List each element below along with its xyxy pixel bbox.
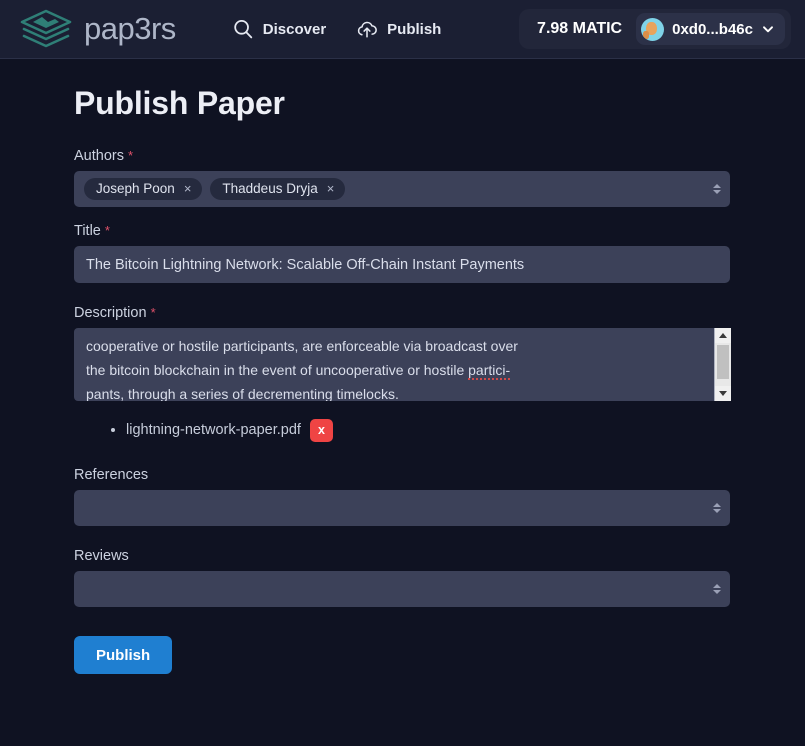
- wallet-avatar-identicon: [641, 17, 665, 41]
- references-stepper-icon[interactable]: [712, 500, 721, 516]
- required-marker-description: *: [150, 305, 156, 320]
- label-authors-text: Authors: [74, 148, 124, 164]
- search-icon: [232, 18, 254, 40]
- scrollbar-track[interactable]: [714, 343, 731, 386]
- references-multiselect[interactable]: [74, 490, 730, 526]
- scroll-down-button[interactable]: [714, 386, 731, 401]
- wallet-balance: 7.98 MATIC: [537, 20, 623, 37]
- brand-name: pap3rs: [84, 11, 176, 46]
- nav-item-publish[interactable]: Publish: [356, 18, 441, 40]
- author-tag-remove-icon[interactable]: ×: [184, 182, 192, 195]
- label-references: References: [74, 467, 149, 483]
- label-authors: Authors *: [74, 148, 730, 164]
- nav-label-discover: Discover: [262, 20, 327, 38]
- layers-logo-icon: [18, 8, 74, 50]
- authors-stepper-icon[interactable]: [712, 181, 721, 197]
- scroll-up-button[interactable]: [714, 328, 731, 343]
- wallet-address-button[interactable]: 0xd0...b46c: [636, 13, 785, 45]
- field-description: Description * cooperative or hostile par…: [74, 305, 731, 401]
- label-reviews: Reviews: [74, 548, 129, 564]
- author-tag-label: Joseph Poon: [96, 181, 175, 196]
- required-marker-authors: *: [128, 148, 134, 163]
- author-tag-remove-icon[interactable]: ×: [327, 182, 335, 195]
- description-line-3a: pants, through a series of decrementing: [86, 386, 337, 401]
- chevron-down-icon: [761, 22, 775, 36]
- description-line-3b: timelocks: [336, 386, 395, 401]
- top-navbar: pap3rs Discover Publish 7.98 MATIC 0xd0.…: [0, 0, 805, 59]
- field-authors: Authors * Joseph Poon × Thaddeus Dryja ×: [74, 148, 730, 207]
- author-tag[interactable]: Thaddeus Dryja ×: [210, 178, 346, 200]
- field-references: References: [74, 467, 730, 526]
- uploaded-file-list: lightning-network-paper.pdf x: [104, 415, 730, 445]
- scroll-up-icon: [718, 333, 727, 338]
- description-line-2a: the bitcoin blockchain in the event of u…: [86, 362, 469, 378]
- label-title: Title *: [74, 223, 730, 239]
- page-title: Publish Paper: [74, 85, 285, 121]
- description-textarea-wrap: cooperative or hostile participants, are…: [74, 328, 731, 401]
- nav-item-discover[interactable]: Discover: [232, 18, 326, 40]
- field-title: Title *: [74, 223, 730, 283]
- label-description-text: Description: [74, 305, 147, 321]
- remove-file-button[interactable]: x: [309, 418, 333, 442]
- description-scrollbar[interactable]: [714, 328, 731, 401]
- scrollbar-thumb[interactable]: [716, 345, 729, 379]
- description-textarea[interactable]: cooperative or hostile participants, are…: [74, 328, 730, 401]
- label-title-text: Title: [74, 223, 101, 239]
- field-reviews: Reviews: [74, 548, 730, 607]
- author-tag[interactable]: Joseph Poon ×: [84, 178, 203, 200]
- reviews-multiselect[interactable]: [74, 571, 730, 607]
- list-item: lightning-network-paper.pdf x: [126, 415, 730, 445]
- reviews-stepper-icon[interactable]: [712, 581, 721, 597]
- required-marker-title: *: [104, 223, 110, 238]
- label-description: Description *: [74, 305, 730, 321]
- primary-nav: Discover Publish: [232, 18, 441, 40]
- scroll-down-icon: [718, 391, 727, 396]
- wallet-address-label: 0xd0...b46c: [672, 20, 753, 38]
- title-input[interactable]: [74, 246, 730, 283]
- authors-multiselect[interactable]: Joseph Poon × Thaddeus Dryja ×: [74, 171, 730, 207]
- description-line-1: cooperative or hostile participants, are…: [86, 338, 518, 354]
- publish-paper-form: Authors * Joseph Poon × Thaddeus Dryja ×: [74, 148, 731, 674]
- description-line-2b: partici-: [468, 362, 511, 380]
- publish-button[interactable]: Publish: [74, 636, 173, 674]
- nav-label-publish: Publish: [387, 20, 442, 38]
- wallet-group: 7.98 MATIC 0xd0...b46c: [519, 9, 791, 49]
- author-tag-label: Thaddeus Dryja: [222, 181, 318, 196]
- brand-logo-link[interactable]: pap3rs: [18, 8, 176, 50]
- cloud-upload-icon: [356, 18, 378, 40]
- file-name: lightning-network-paper.pdf: [126, 422, 301, 438]
- description-line-3c: .: [394, 386, 399, 401]
- page-content: Publish Paper Authors * Joseph Poon × Th…: [0, 59, 805, 674]
